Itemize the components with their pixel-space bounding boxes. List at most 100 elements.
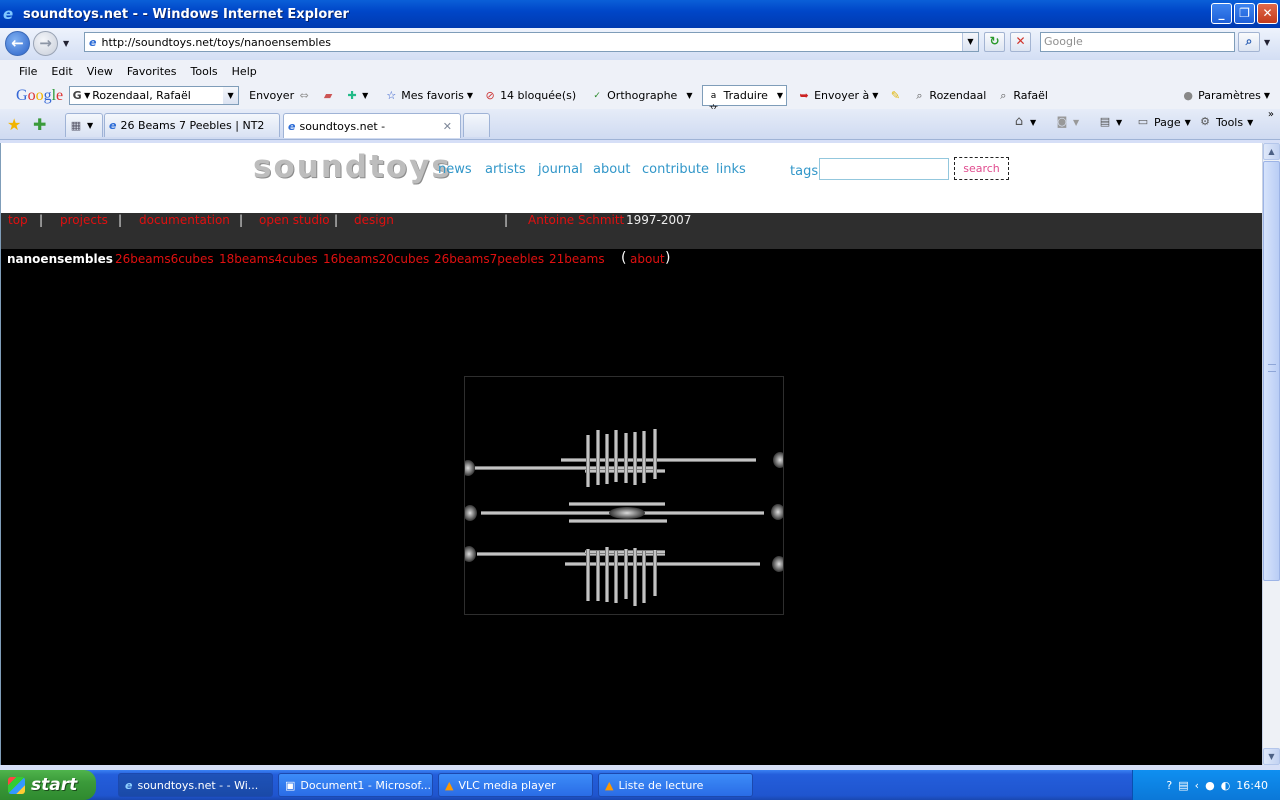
crumb-documentation[interactable]: documentation xyxy=(139,213,230,227)
tab-26-beams[interactable]: e 26 Beams 7 Peebles | NT2 xyxy=(104,113,280,137)
menu-view[interactable]: View xyxy=(80,65,120,78)
history-dropdown-icon[interactable]: ▼ xyxy=(63,39,69,48)
tab-soundtoys[interactable]: e soundtoys.net - ✕ xyxy=(283,113,461,138)
address-dropdown-icon[interactable]: ▼ xyxy=(962,33,978,51)
sub-link-26beams6cubes[interactable]: 26beams6cubes xyxy=(115,252,214,266)
search-options-icon[interactable]: ▼ xyxy=(1264,38,1270,47)
toolbar-icon-button-1[interactable]: ▰ xyxy=(321,89,335,103)
page-icon: ▭ xyxy=(1137,115,1149,128)
page-menu-button[interactable]: ▭ Page ▼ xyxy=(1136,115,1191,129)
close-window-button[interactable]: ✕ xyxy=(1257,3,1278,24)
favorites-center-star-icon[interactable]: ★ xyxy=(7,115,21,134)
print-button[interactable]: ▤ ▼ xyxy=(1098,115,1122,129)
tab-list-dropdown-icon[interactable]: ▼ xyxy=(87,121,93,130)
address-url[interactable]: http://soundtoys.net/toys/nanoensembles xyxy=(101,36,331,49)
account-dropdown-icon[interactable]: ▼ xyxy=(223,87,239,104)
taskbar-item-vlc[interactable]: ▲ VLC media player xyxy=(438,773,593,797)
search-term-rafael[interactable]: ⌕ Rafaël xyxy=(996,89,1048,103)
maximize-button[interactable]: ❐ xyxy=(1234,3,1255,24)
vertical-scrollbar[interactable]: ▲ ▼ xyxy=(1262,143,1280,765)
site-logo[interactable]: soundtoys xyxy=(253,149,452,185)
help-tray-icon[interactable]: ? xyxy=(1166,779,1172,792)
crumb-projects[interactable]: projects xyxy=(60,213,108,227)
close-tab-icon[interactable]: ✕ xyxy=(443,120,452,133)
tab-bar: ★ ✚ ▦ ▼ e 26 Beams 7 Peebles | NT2 e soundt… xyxy=(0,109,1280,140)
send-to-button[interactable]: ➥ Envoyer à ▼ xyxy=(797,89,878,103)
nav-artists[interactable]: artists xyxy=(485,162,526,177)
resize-handle-icon[interactable]: ⇔ xyxy=(297,89,311,103)
quick-tabs-button[interactable]: ▦ ▼ xyxy=(65,113,103,137)
address-bar[interactable]: e http://soundtoys.net/toys/nanoensemble… xyxy=(84,32,979,52)
minimize-button[interactable]: _ xyxy=(1211,3,1232,24)
scroll-down-button[interactable]: ▼ xyxy=(1263,748,1280,765)
search-term-2-label: Rafaël xyxy=(1013,89,1048,102)
menu-favorites[interactable]: Favorites xyxy=(120,65,184,78)
crumb-top[interactable]: top xyxy=(8,213,28,227)
search-input[interactable]: Google xyxy=(1040,32,1235,52)
taskbar-item-word[interactable]: ▣ Document1 - Microsof... xyxy=(278,773,433,797)
forward-button[interactable]: → xyxy=(33,31,58,56)
nav-links[interactable]: links xyxy=(716,162,746,177)
page-viewport: soundtoys news artists journal about con… xyxy=(0,143,1262,765)
network-tray-icon[interactable]: ▤ xyxy=(1178,779,1188,792)
feeds-button[interactable]: ◙ ▼ xyxy=(1055,115,1080,129)
nanoensembles-flash-stage[interactable] xyxy=(461,376,787,615)
tab-label: 26 Beams 7 Peebles | NT2 xyxy=(120,119,265,132)
sub-link-18beams4cubes[interactable]: 18beams4cubes xyxy=(219,252,318,266)
artist-link[interactable]: Antoine Schmitt xyxy=(528,213,624,227)
nav-news[interactable]: news xyxy=(438,162,472,177)
crumb-separator: | xyxy=(239,213,244,227)
nav-journal[interactable]: journal xyxy=(538,162,583,177)
toolbar-overflow-icon[interactable]: » xyxy=(1268,109,1274,120)
start-button[interactable]: start xyxy=(0,770,96,800)
menu-file[interactable]: File xyxy=(12,65,44,78)
sub-link-21beams[interactable]: 21beams xyxy=(549,252,605,266)
google-send-button[interactable]: Envoyer ⇔ xyxy=(249,89,311,103)
refresh-button[interactable]: ↻ xyxy=(984,32,1005,52)
tags-label: tags xyxy=(790,164,819,179)
taskbar-item-ie[interactable]: e soundtoys.net - - Wi... xyxy=(118,773,273,797)
favorites-button[interactable]: ☆ Mes favoris ▼ xyxy=(384,89,473,103)
scroll-up-button[interactable]: ▲ xyxy=(1263,143,1280,160)
home-button[interactable]: ⌂ ▼ xyxy=(1012,115,1036,129)
volume-tray-icon[interactable]: ◐ xyxy=(1221,779,1231,792)
menu-help[interactable]: Help xyxy=(225,65,264,78)
add-favorite-star-icon[interactable]: ✚ xyxy=(33,115,46,134)
sub-link-about[interactable]: about xyxy=(630,252,665,266)
crumb-open-studio[interactable]: open studio xyxy=(259,213,330,227)
blocked-popup-icon: ⊘ xyxy=(485,88,495,102)
back-button[interactable]: ← xyxy=(5,31,30,56)
scroll-thumb[interactable] xyxy=(1263,161,1280,581)
eraser-icon: ▰ xyxy=(323,88,333,102)
spellcheck-button[interactable]: ✓ Orthographe ▼ xyxy=(590,89,692,103)
settings-button[interactable]: ● Paramètres ▼ xyxy=(1181,89,1270,103)
search-go-button[interactable]: ⌕ xyxy=(1238,32,1260,52)
google-account-select[interactable]: G ▼ Rozendaal, Rafaël ▼ xyxy=(69,86,240,105)
messenger-tray-icon[interactable]: ● xyxy=(1205,779,1215,792)
search-term-icon-1: ⌕ xyxy=(916,88,923,102)
popup-blocker-button[interactable]: ⊘ 14 bloquée(s) xyxy=(483,89,576,103)
tools-menu-button[interactable]: ⚙ Tools ▼ xyxy=(1198,115,1253,129)
taskbar-item-playlist[interactable]: ▲ Liste de lecture xyxy=(598,773,753,797)
start-label: start xyxy=(31,775,78,795)
stop-button[interactable]: ✕ xyxy=(1010,32,1031,52)
sub-link-16beams20cubes[interactable]: 16beams20cubes xyxy=(323,252,429,266)
search-term-rozendaal[interactable]: ⌕ Rozendaal xyxy=(912,89,986,103)
site-search-button[interactable]: search xyxy=(954,157,1009,180)
highlight-button[interactable]: ✎ xyxy=(888,89,902,103)
tags-search-input[interactable] xyxy=(819,158,949,180)
tools-menu-label: Tools xyxy=(1216,115,1244,129)
crumb-design[interactable]: design xyxy=(354,213,394,227)
translate-button[interactable]: a文 Traduire ▼ xyxy=(702,85,788,115)
page-menu-label: Page xyxy=(1154,115,1181,129)
nav-about[interactable]: about xyxy=(593,162,631,177)
new-tab-button[interactable] xyxy=(463,113,490,137)
tray-expand-icon[interactable]: ‹ xyxy=(1195,779,1199,792)
menu-edit[interactable]: Edit xyxy=(44,65,79,78)
menu-tools[interactable]: Tools xyxy=(184,65,225,78)
printer-icon: ▤ xyxy=(1099,115,1111,128)
toolbar-icon-button-2[interactable]: ✚ ▼ xyxy=(345,89,368,103)
rss-feed-icon: ◙ xyxy=(1056,115,1068,128)
nav-contribute[interactable]: contribute xyxy=(642,162,709,177)
sub-link-26beams7peebles[interactable]: 26beams7peebles xyxy=(434,252,544,266)
